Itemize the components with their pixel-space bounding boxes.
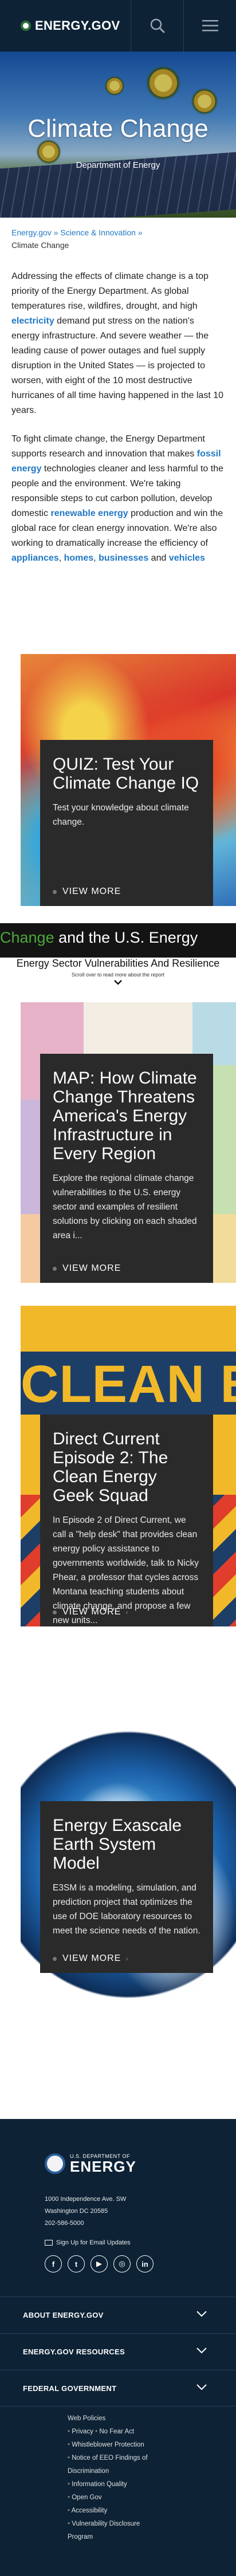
chevron-right-icon: › bbox=[125, 1608, 129, 1616]
breadcrumb: Energy.gov » Science & Innovation » bbox=[0, 218, 236, 237]
accordion-resources[interactable]: ENERGY.GOV RESOURCES bbox=[0, 2333, 236, 2370]
instagram-icon[interactable]: ◎ bbox=[113, 2255, 131, 2272]
site-logo-text: ENERGY.GOV bbox=[35, 18, 120, 33]
card-title: QUIZ: Test Your Climate Change IQ bbox=[53, 755, 199, 793]
hero-banner: Climate Change Department of Energy bbox=[0, 52, 236, 218]
footer-link-accessibility[interactable]: Accessibility bbox=[72, 2507, 108, 2514]
link-renewable-energy[interactable]: renewable energy bbox=[50, 509, 128, 518]
view-more-link[interactable]: VIEW MORE bbox=[53, 887, 121, 897]
view-more-link[interactable]: VIEW MORE › bbox=[53, 1953, 128, 1964]
banner-title: and the U.S. Energy bbox=[54, 929, 198, 946]
chevron-down-icon bbox=[114, 980, 122, 985]
banner-subtitle: Energy Sector Vulnerabilities And Resili… bbox=[16, 958, 220, 969]
footer-phone[interactable]: 202-586-5000 bbox=[45, 2217, 126, 2230]
footer-legal-links: Web Policies • Privacy • No Fear Act • W… bbox=[68, 2415, 148, 2540]
view-more-link[interactable]: VIEW MORE bbox=[53, 1263, 121, 1274]
social-links: f t ▶ ◎ in bbox=[45, 2255, 154, 2272]
site-header: ENERGY.GOV bbox=[0, 0, 236, 52]
doe-seal-icon bbox=[45, 2153, 65, 2174]
facebook-icon[interactable]: f bbox=[45, 2255, 62, 2272]
card-description: Explore the regional climate change vuln… bbox=[53, 1173, 197, 1240]
link-homes[interactable]: homes bbox=[64, 553, 94, 563]
page-subtitle: Department of Energy bbox=[76, 160, 160, 170]
page-title: Climate Change bbox=[27, 115, 209, 143]
site-logo-link[interactable]: ENERGY.GOV bbox=[0, 18, 131, 33]
link-vehicles[interactable]: vehicles bbox=[169, 553, 205, 563]
footer-address: 1000 Independence Ave. SW Washington DC … bbox=[45, 2193, 126, 2230]
search-button[interactable] bbox=[131, 0, 183, 52]
footer-link-privacy[interactable]: Privacy bbox=[72, 2428, 93, 2435]
card-description: E3SM is a modeling, simulation, and pred… bbox=[53, 1883, 200, 1936]
report-banner-sub: Energy Sector Vulnerabilities And Resili… bbox=[0, 958, 236, 994]
breadcrumb-separator: » bbox=[137, 228, 143, 237]
footer-link-whistleblower[interactable]: Whistleblower Protection bbox=[72, 2441, 144, 2448]
footer-link-vulnerability-disclosure[interactable]: Vulnerability Disclosure Program bbox=[68, 2520, 140, 2540]
card-map[interactable]: MAP: How Climate Change Threatens Americ… bbox=[0, 1002, 236, 1283]
doe-seal-icon bbox=[21, 21, 31, 31]
footer-link-open-gov[interactable]: Open Gov bbox=[72, 2494, 101, 2501]
breadcrumb-current: Climate Change bbox=[11, 241, 69, 250]
banner-scroll-text: Scroll over to read more about the repor… bbox=[71, 972, 165, 978]
card-quiz-panel: QUIZ: Test Your Climate Change IQ Test y… bbox=[40, 740, 213, 906]
card-title: Energy Exascale Earth System Model bbox=[53, 1816, 182, 1873]
hamburger-menu-icon bbox=[202, 20, 218, 31]
bullet-icon bbox=[53, 1610, 57, 1614]
view-more-link[interactable]: VIEW MORE › bbox=[53, 1607, 128, 1617]
card-quiz[interactable]: QUIZ: Test Your Climate Change IQ Test y… bbox=[0, 654, 236, 906]
chevron-down-icon bbox=[196, 2347, 207, 2354]
breadcrumb-science-innovation[interactable]: Science & Innovation bbox=[60, 228, 136, 237]
linkedin-icon[interactable]: in bbox=[136, 2255, 154, 2272]
card-map-panel: MAP: How Climate Change Threatens Americ… bbox=[40, 1054, 213, 1283]
card-title: MAP: How Climate Change Threatens Americ… bbox=[53, 1069, 197, 1163]
bullet-icon bbox=[53, 1266, 57, 1271]
footer-logo-big-text: ENERGY bbox=[70, 2158, 136, 2175]
card-direct-current-panel: Direct Current Episode 2: The Clean Ener… bbox=[40, 1415, 213, 1626]
footer-link-information-quality[interactable]: Information Quality bbox=[72, 2481, 127, 2488]
bullet-icon bbox=[53, 1956, 57, 1961]
footer-link-no-fear-act[interactable]: No Fear Act bbox=[99, 2428, 134, 2435]
card-direct-current[interactable]: CLEAN ENE Direct Current Episode 2: The … bbox=[0, 1306, 236, 1626]
link-businesses[interactable]: businesses bbox=[99, 553, 148, 563]
link-appliances[interactable]: appliances bbox=[11, 553, 59, 563]
intro-article: Addressing the effects of climate change… bbox=[0, 250, 236, 566]
card-description: Test your knowledge about climate change… bbox=[53, 803, 189, 827]
footer-logo[interactable]: U.S. DEPARTMENT OF ENERGY bbox=[45, 2153, 136, 2174]
card-e3sm-panel: Energy Exascale Earth System Model E3SM … bbox=[40, 1801, 213, 1973]
banner-title-highlight: Change bbox=[0, 929, 54, 946]
link-electricity[interactable]: electricity bbox=[11, 316, 54, 326]
breadcrumb-energy-gov[interactable]: Energy.gov bbox=[11, 228, 52, 237]
menu-button[interactable] bbox=[183, 0, 236, 52]
accordion-federal-government[interactable]: FEDERAL GOVERNMENT bbox=[0, 2370, 236, 2406]
email-signup-link[interactable]: Sign Up for Email Updates bbox=[45, 2239, 131, 2246]
footer-link-web-policies[interactable]: Web Policies bbox=[68, 2415, 105, 2422]
chevron-down-icon bbox=[196, 2311, 207, 2317]
twitter-icon[interactable]: t bbox=[68, 2255, 85, 2272]
chevron-down-icon bbox=[196, 2384, 207, 2390]
bullet-icon bbox=[53, 889, 57, 894]
search-icon bbox=[150, 18, 164, 33]
card-e3sm[interactable]: Energy Exascale Earth System Model E3SM … bbox=[0, 1715, 236, 2047]
footer-link-eeo-findings[interactable]: Notice of EEO Findings of Discrimination bbox=[68, 2455, 148, 2475]
intro-paragraph-1: Addressing the effects of climate change… bbox=[11, 271, 224, 415]
youtube-icon[interactable]: ▶ bbox=[91, 2255, 108, 2272]
chevron-right-icon: › bbox=[125, 1955, 129, 1963]
breadcrumb-separator: » bbox=[53, 228, 58, 237]
podcast-image-text: CLEAN ENE bbox=[21, 1355, 236, 1413]
report-banner[interactable]: Change and the U.S. Energy bbox=[0, 923, 236, 958]
card-title: Direct Current Episode 2: The Clean Ener… bbox=[53, 1429, 168, 1505]
envelope-icon bbox=[45, 2240, 53, 2246]
accordion-about[interactable]: ABOUT ENERGY.GOV bbox=[0, 2297, 236, 2333]
site-footer: U.S. DEPARTMENT OF ENERGY 1000 Independe… bbox=[0, 2119, 236, 2576]
intro-paragraph-2: To fight climate change, the Energy Depa… bbox=[11, 434, 223, 563]
